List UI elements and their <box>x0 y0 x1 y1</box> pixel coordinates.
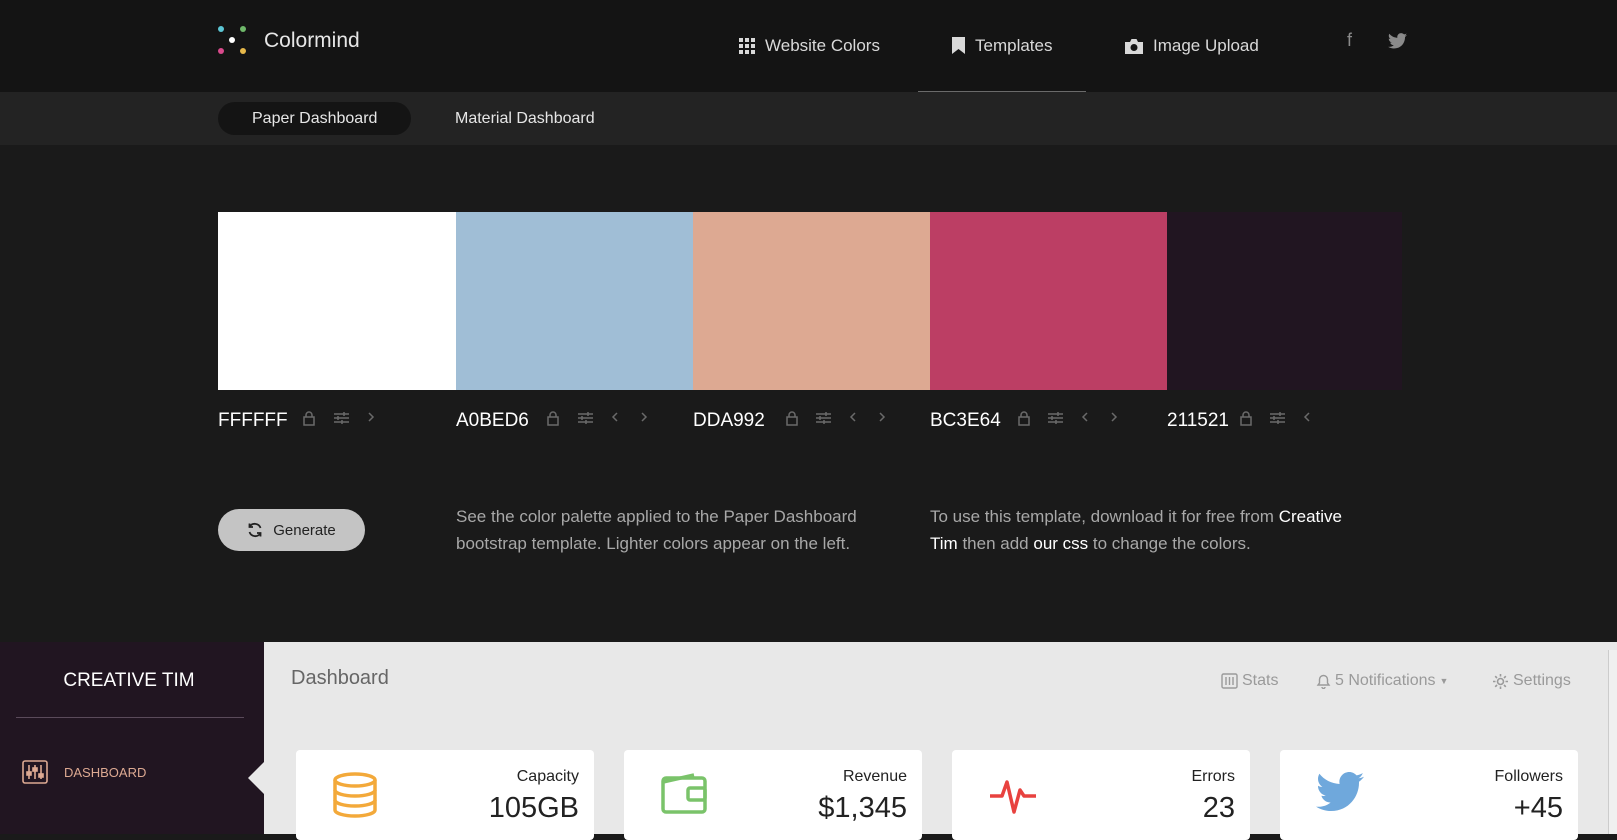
swatch-4-hex[interactable]: BC3E64 <box>930 410 1001 432</box>
pulse-icon <box>990 780 1036 814</box>
card-label: Followers <box>1494 768 1563 785</box>
top-navbar: Colormind Website Colors Templates Image… <box>0 0 1617 92</box>
template-subnav: Paper Dashboard Material Dashboard <box>0 92 1617 146</box>
arrow-right-icon[interactable] <box>1110 411 1124 427</box>
facebook-icon[interactable]: f <box>1347 30 1352 51</box>
active-indicator <box>248 762 264 794</box>
lock-icon[interactable] <box>786 411 800 427</box>
stats-icon <box>1221 673 1238 689</box>
lock-icon[interactable] <box>1240 411 1254 427</box>
twitter-icon <box>1316 772 1364 811</box>
generate-label: Generate <box>273 521 336 539</box>
dashboard-main: Dashboard Stats 5 Notifications ▼ Settin… <box>264 642 1617 840</box>
swatch-3[interactable] <box>693 212 930 390</box>
stats-label: Stats <box>1242 672 1279 689</box>
swatch-3-hex[interactable]: DDA992 <box>693 410 765 432</box>
bell-icon <box>1316 674 1331 689</box>
dashboard-sidebar: CREATIVE TIM DASHBOARD <box>0 642 264 834</box>
stats-link[interactable]: Stats <box>1221 672 1278 690</box>
card-value: 23 <box>1202 792 1235 824</box>
instructions-text-2: then add <box>962 534 1029 553</box>
arrow-left-icon[interactable] <box>1303 411 1317 427</box>
settings-label: Settings <box>1513 672 1571 689</box>
refresh-icon <box>248 522 262 538</box>
page-title: Dashboard <box>291 667 389 689</box>
generate-button[interactable]: Generate <box>218 509 365 551</box>
card-value: $1,345 <box>818 792 907 824</box>
adjust-icon[interactable] <box>578 411 593 427</box>
tab-material-dashboard[interactable]: Material Dashboard <box>421 102 629 135</box>
swatch-5[interactable] <box>1167 212 1402 390</box>
arrow-right-icon[interactable] <box>367 411 381 427</box>
adjust-icon[interactable] <box>1270 411 1285 427</box>
nav-website-colors-label: Website Colors <box>765 36 880 55</box>
swatch-2-hex[interactable]: A0BED6 <box>456 410 529 432</box>
gear-icon <box>1493 673 1508 689</box>
adjust-icon[interactable] <box>334 411 349 427</box>
palette-description: See the color palette applied to the Pap… <box>456 507 857 553</box>
card-value: 105GB <box>488 792 579 824</box>
stat-card-revenue: Revenue $1,345 <box>624 750 922 840</box>
settings-link[interactable]: Settings <box>1492 672 1571 690</box>
notifications-dropdown[interactable]: 5 Notifications ▼ <box>1316 672 1448 690</box>
adjust-icon[interactable] <box>1048 411 1063 427</box>
nav-templates-label: Templates <box>975 35 1053 55</box>
card-label: Capacity <box>516 768 579 785</box>
nav-image-upload[interactable]: Image Upload <box>1125 0 1259 92</box>
arrow-left-icon[interactable] <box>849 411 863 427</box>
caret-down-icon: ▼ <box>1439 676 1449 686</box>
nav-website-colors[interactable]: Website Colors <box>739 0 880 92</box>
card-label: Revenue <box>842 768 907 785</box>
swatch-5-hex[interactable]: 211521 <box>1167 410 1229 432</box>
notifications-label: 5 Notifications <box>1335 672 1436 689</box>
lock-icon[interactable] <box>1018 411 1032 427</box>
sidebar-item-dashboard[interactable]: DASHBOARD <box>22 760 146 784</box>
swatch-4[interactable] <box>930 212 1167 390</box>
stat-card-capacity: Capacity 105GB <box>296 750 594 840</box>
arrow-right-icon[interactable] <box>878 411 892 427</box>
card-value: +45 <box>1513 792 1563 824</box>
database-icon <box>333 772 377 818</box>
camera-icon <box>1125 38 1143 54</box>
instructions-text-1: To use this template, download it for fr… <box>930 507 1274 526</box>
bookmark-icon <box>952 37 965 54</box>
tab-paper-dashboard[interactable]: Paper Dashboard <box>218 102 412 135</box>
grid-icon <box>739 38 755 54</box>
arrow-left-icon[interactable] <box>611 411 625 427</box>
lock-icon[interactable] <box>303 411 317 427</box>
stat-card-errors: Errors 23 <box>952 750 1250 840</box>
app-name: Colormind <box>264 29 360 52</box>
swatch-2[interactable] <box>456 212 693 390</box>
sliders-icon <box>22 760 48 784</box>
swatch-1[interactable] <box>218 212 456 390</box>
twitter-icon[interactable] <box>1388 33 1407 49</box>
nav-image-upload-label: Image Upload <box>1153 36 1259 55</box>
wallet-icon <box>661 773 707 814</box>
sidebar-brand[interactable]: CREATIVE TIM <box>0 670 258 692</box>
arrow-left-icon[interactable] <box>1081 411 1095 427</box>
colormind-logo-icon <box>218 26 248 56</box>
sidebar-item-label: DASHBOARD <box>64 764 147 780</box>
template-instructions: To use this template, download it for fr… <box>930 503 1360 557</box>
logo[interactable]: Colormind <box>218 26 360 56</box>
sidebar-divider <box>16 717 244 718</box>
preview-scrollbar[interactable] <box>1608 650 1617 834</box>
swatch-1-hex[interactable]: FFFFFF <box>218 410 288 432</box>
our-css-link[interactable]: our css <box>1033 534 1088 553</box>
adjust-icon[interactable] <box>816 411 831 427</box>
stat-card-followers: Followers +45 <box>1280 750 1578 840</box>
instructions-text-3: to change the colors. <box>1092 534 1251 553</box>
arrow-right-icon[interactable] <box>640 411 654 427</box>
card-label: Errors <box>1191 768 1235 785</box>
nav-templates[interactable]: Templates <box>918 0 1087 92</box>
lock-icon[interactable] <box>547 411 561 427</box>
